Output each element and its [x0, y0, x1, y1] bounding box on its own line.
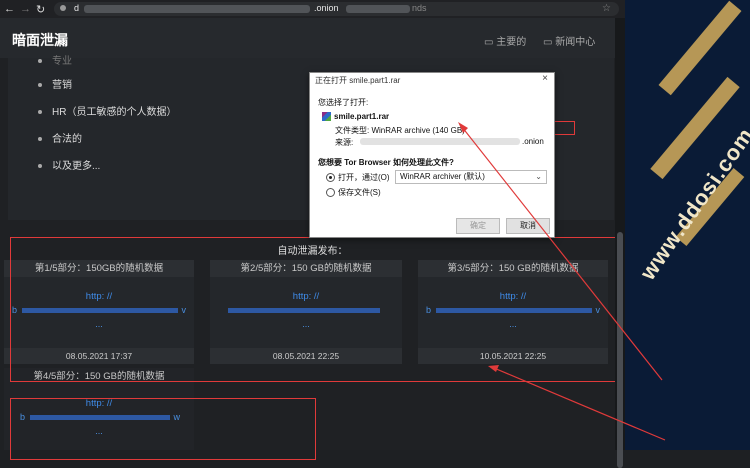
arrow-to-filetype: [461, 126, 663, 381]
arrow-head: [488, 365, 499, 372]
arrow-to-releases: [493, 367, 666, 441]
arrow-head: [458, 122, 468, 133]
annotation-arrows: [458, 122, 666, 441]
